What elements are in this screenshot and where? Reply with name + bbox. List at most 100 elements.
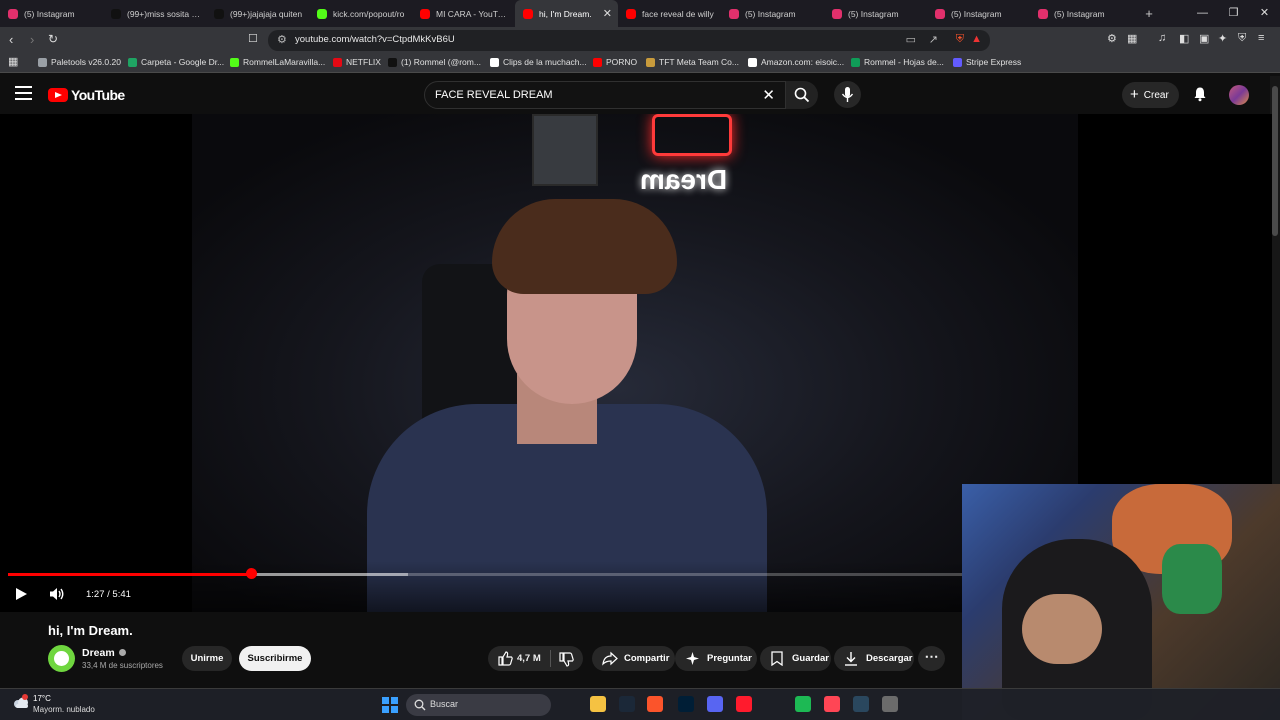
browser-menu-icon[interactable]: ≡ [1258, 32, 1264, 44]
close-window-icon[interactable]: ✕ [1249, 0, 1280, 27]
apps-grid-icon[interactable]: ▦ [8, 55, 18, 68]
tab-favicon-icon [935, 8, 945, 19]
taskbar-search-icon [414, 699, 426, 711]
bookmark-item[interactable]: TFT Meta Team Co... [646, 57, 739, 67]
more-actions-icon[interactable]: ⋯ [918, 646, 945, 671]
volume-icon[interactable] [49, 587, 65, 601]
reload-icon[interactable]: ↻ [48, 32, 58, 46]
clear-search-icon[interactable]: ✕ [762, 86, 775, 104]
brave-rewards-icon[interactable]: ▲ [971, 33, 982, 45]
windows-start-icon[interactable] [382, 697, 398, 713]
new-tab-button[interactable]: + [1137, 6, 1161, 21]
settings-icon[interactable] [882, 696, 898, 712]
like-dislike-group: 4,7 M [488, 646, 583, 671]
like-icon[interactable] [498, 651, 513, 666]
bookmark-label: Amazon.com: eisoic... [761, 57, 845, 67]
photoshop-icon[interactable] [678, 696, 694, 712]
wallet-icon[interactable]: ▣ [1199, 32, 1209, 45]
join-button[interactable]: Unirme [182, 646, 232, 671]
bookmark-item[interactable]: RommelLaMaravilla... [230, 57, 325, 67]
brave-icon[interactable] [647, 696, 663, 712]
browser-tab[interactable]: (5) Instagram [1030, 0, 1133, 27]
address-bar[interactable]: ⚙ youtube.com/watch?v=CtpdMkKvB6U ▭ ↗ ⛨ … [268, 30, 990, 51]
cast-icon[interactable]: ▭ [906, 33, 916, 46]
bookmark-page-icon[interactable]: ☐ [248, 32, 258, 45]
weather-cloud-icon[interactable] [12, 694, 30, 712]
share-button[interactable]: Compartir [592, 646, 675, 671]
browser-tab[interactable]: (99+)miss sosita (@ [103, 0, 206, 27]
media-icon[interactable]: ♫ [1158, 32, 1166, 44]
bookmark-item[interactable]: (1) Rommel (@rom... [388, 57, 481, 67]
hamburger-menu-icon[interactable] [15, 86, 32, 100]
bookmark-item[interactable]: Stripe Express [953, 57, 1021, 67]
browser-tab[interactable]: (99+)jajajaja quiten [206, 0, 309, 27]
dislike-icon[interactable] [559, 652, 574, 667]
bookmark-item[interactable]: PORNO [593, 57, 637, 67]
bookmark-label: Stripe Express [966, 57, 1022, 67]
extensions-icon[interactable]: ⚙ [1107, 32, 1117, 45]
search-input[interactable]: FACE REVEAL DREAM ✕ [424, 81, 786, 109]
bookmark-item[interactable]: Rommel - Hojas de... [851, 57, 944, 67]
subscribe-button[interactable]: Suscribirme [239, 646, 311, 671]
browser-tab[interactable]: (5) Instagram [721, 0, 824, 27]
voice-search-button[interactable] [834, 81, 861, 108]
leo-ai-icon[interactable]: ✦ [1218, 32, 1227, 45]
notifications-bell-icon[interactable] [1192, 86, 1208, 102]
forward-icon[interactable]: › [30, 32, 34, 47]
sidebar-icon[interactable]: ◧ [1179, 32, 1189, 45]
download-button[interactable]: Descargar [834, 646, 914, 671]
create-button[interactable]: + Crear [1122, 82, 1179, 108]
ask-button[interactable]: Preguntar [675, 646, 757, 671]
close-tab-icon[interactable]: ✕ [603, 7, 612, 20]
valorant-icon[interactable] [824, 696, 840, 712]
microphone-icon [841, 87, 854, 102]
search-button[interactable] [786, 81, 818, 109]
browser-tab[interactable]: kick.com/popout/ro [309, 0, 412, 27]
tab-search-icon[interactable]: ▦ [1127, 32, 1137, 45]
browser-tab[interactable]: hi, I'm Dream. ✕ [515, 0, 618, 27]
taskbar-search[interactable]: Buscar [406, 694, 551, 716]
youtube-logo[interactable]: YouTube [48, 87, 125, 103]
opera-icon[interactable] [736, 696, 752, 712]
bookmark-item[interactable]: NETFLIX [333, 57, 381, 67]
bookmark-item[interactable]: Amazon.com: eisoic... [748, 57, 844, 67]
discord-icon[interactable] [707, 696, 723, 712]
verified-badge-icon [118, 649, 126, 656]
save-button[interactable]: Guardar [760, 646, 831, 671]
browser-tab[interactable]: (5) Instagram [0, 0, 103, 27]
site-info-icon[interactable]: ⚙ [277, 33, 287, 46]
channel-name[interactable]: Dream [82, 647, 126, 659]
browser-tab[interactable]: face reveal de willy [618, 0, 721, 27]
steam-icon[interactable] [619, 696, 635, 712]
minimize-icon[interactable]: — [1187, 0, 1218, 27]
scrollbar-thumb[interactable] [1272, 86, 1278, 236]
bookmark-item[interactable]: Paletools v26.0.20 [38, 57, 121, 67]
browser-tab[interactable]: (5) Instagram [824, 0, 927, 27]
youtube-header: YouTube FACE REVEAL DREAM ✕ + Crear [0, 76, 1280, 114]
bookmark-favicon-icon [851, 57, 860, 67]
progress-bar[interactable] [8, 573, 962, 576]
screen: (5) Instagram (99+)miss sosita (@ (99+)jaj… [0, 0, 1280, 720]
bookmark-item[interactable]: Carpeta - Google Dr... [128, 57, 224, 67]
player-controls: 1:27 / 5:41 [0, 561, 962, 612]
play-icon[interactable] [16, 588, 27, 600]
brave-shields-icon[interactable]: ⛨ [956, 33, 964, 46]
share-page-icon[interactable]: ↗ [929, 33, 938, 46]
browser-tab[interactable]: (5) Instagram [927, 0, 1030, 27]
spotify-icon[interactable] [795, 696, 811, 712]
steam-icon[interactable] [853, 696, 869, 712]
tab-title: MI CARA - YouTube [436, 8, 509, 19]
back-icon[interactable]: ‹ [9, 32, 13, 47]
browser-tab[interactable]: MI CARA - YouTube [412, 0, 515, 27]
file-explorer-icon[interactable] [590, 696, 606, 712]
channel-avatar[interactable] [48, 645, 75, 672]
tab-title: (99+)jajajaja quiten [230, 8, 303, 19]
vpn-icon[interactable]: ⛨ [1238, 32, 1246, 45]
bookmark-item[interactable]: Clips de la muchach... [490, 57, 587, 67]
account-avatar[interactable] [1229, 85, 1249, 105]
restore-icon[interactable]: ❐ [1218, 0, 1249, 27]
bookmark-label: NETFLIX [346, 57, 381, 67]
scrubber-handle[interactable] [246, 568, 258, 579]
like-count[interactable]: 4,7 M [517, 653, 541, 664]
bookmark-favicon-icon [748, 57, 757, 67]
